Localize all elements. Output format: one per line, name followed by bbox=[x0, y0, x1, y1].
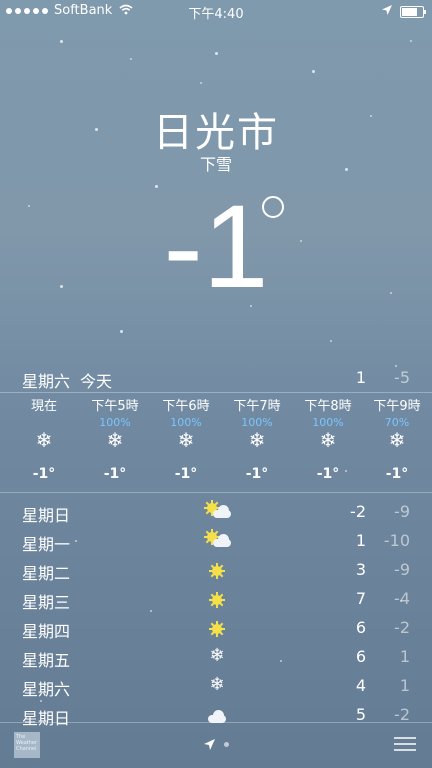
status-time: 下午4:40 bbox=[188, 7, 244, 22]
partly-cloudy-icon bbox=[204, 529, 231, 554]
daily-low: -9 bbox=[394, 502, 410, 521]
daily-day: 星期三 bbox=[22, 593, 71, 612]
daily-row: 星期四 6 -2 bbox=[0, 616, 432, 645]
daily-day: 星期六 bbox=[22, 680, 71, 699]
daily-high: 6 bbox=[355, 647, 366, 666]
hour-temp: -1° bbox=[174, 466, 198, 482]
bottom-toolbar: The Weather Channel bbox=[0, 722, 432, 768]
hour-time: 下午6時 bbox=[162, 399, 210, 414]
today-summary: 星期六 今天 1 -5 bbox=[0, 368, 432, 391]
daily-low: 1 bbox=[399, 647, 410, 666]
daily-high: -2 bbox=[350, 502, 366, 521]
current-location-icon[interactable] bbox=[204, 739, 215, 753]
hour-temp: -1° bbox=[245, 466, 269, 482]
weather-condition: 下雪 bbox=[199, 155, 232, 174]
temperature-value: -1 bbox=[163, 181, 269, 313]
snowflake-icon: ❄ bbox=[35, 428, 53, 452]
today-day: 星期六 bbox=[22, 372, 71, 391]
hour-time: 下午8時 bbox=[304, 399, 352, 414]
divider bbox=[0, 492, 432, 493]
daily-row: 星期六 ❄ 4 1 bbox=[0, 674, 432, 703]
snowflake-icon: ❄ bbox=[209, 674, 225, 695]
daily-high: 1 bbox=[355, 531, 366, 550]
list-icon[interactable] bbox=[394, 736, 416, 752]
daily-high: 6 bbox=[355, 618, 366, 637]
snowflake-icon: ❄ bbox=[388, 428, 406, 452]
daily-day: 星期五 bbox=[22, 651, 71, 670]
daily-day: 星期日 bbox=[22, 506, 71, 525]
daily-low: -4 bbox=[394, 589, 410, 608]
daily-day: 星期四 bbox=[22, 622, 71, 641]
status-bar: SoftBank 下午4:40 bbox=[0, 0, 432, 22]
hour-item: 下午7時 100% ❄ -1° bbox=[222, 398, 292, 482]
daily-low: -9 bbox=[394, 560, 410, 579]
daily-row: 星期五 ❄ 6 1 bbox=[0, 645, 432, 674]
daily-low: 1 bbox=[399, 676, 410, 695]
divider bbox=[0, 392, 432, 393]
snowflake-icon: ❄ bbox=[209, 645, 225, 666]
daily-high: 7 bbox=[355, 589, 366, 608]
daily-row: 星期三 7 -4 bbox=[0, 587, 432, 616]
daily-forecast[interactable]: 星期日 -2 -9 星期一 1 -10 星期二 3 -9 星期三 7 -4 星期… bbox=[0, 500, 432, 732]
hour-time: 下午7時 bbox=[233, 399, 281, 414]
daily-low: -10 bbox=[383, 531, 410, 550]
daily-row: 星期二 3 -9 bbox=[0, 558, 432, 587]
hour-temp: -1° bbox=[103, 466, 127, 482]
hour-item: 下午8時 100% ❄ -1° bbox=[293, 398, 363, 482]
snowflake-icon: ❄ bbox=[248, 428, 266, 452]
weather-channel-logo[interactable]: The Weather Channel bbox=[14, 732, 40, 758]
snowflake-icon: ❄ bbox=[319, 428, 337, 452]
daily-high: 3 bbox=[355, 560, 366, 579]
snowflake-icon: ❄ bbox=[177, 428, 195, 452]
hour-item: 現在 ❄ -1° bbox=[9, 398, 79, 482]
battery-icon bbox=[400, 5, 426, 18]
hour-item: 下午5時 100% ❄ -1° bbox=[80, 398, 150, 482]
hourly-forecast[interactable]: 現在 ❄ -1° 下午5時 100% ❄ -1° 下午6時 100% ❄ -1°… bbox=[0, 398, 432, 490]
location-arrow-icon bbox=[382, 4, 392, 19]
page-indicator-dot[interactable] bbox=[224, 742, 229, 747]
hour-item: 下午6時 100% ❄ -1° bbox=[151, 398, 221, 482]
current-temperature: -1 bbox=[0, 188, 432, 306]
snowflake-icon: ❄ bbox=[106, 428, 124, 452]
today-low: -5 bbox=[394, 368, 410, 387]
city-name: 日光市 bbox=[153, 110, 279, 156]
hour-temp: -1° bbox=[316, 466, 340, 482]
hour-time: 下午9時 bbox=[373, 399, 421, 414]
daily-day: 星期二 bbox=[22, 564, 71, 583]
hour-item: 下午9時 70% ❄ -1° bbox=[362, 398, 432, 482]
today-label: 今天 bbox=[80, 372, 113, 391]
sun-icon bbox=[204, 558, 230, 584]
daily-day: 星期一 bbox=[22, 535, 71, 554]
sun-icon bbox=[204, 616, 230, 642]
daily-high: 4 bbox=[355, 676, 366, 695]
partly-cloudy-icon bbox=[204, 500, 231, 525]
status-right bbox=[382, 4, 426, 19]
daily-low: -2 bbox=[394, 618, 410, 637]
daily-row: 星期日 -2 -9 bbox=[0, 500, 432, 529]
today-high: 1 bbox=[355, 368, 366, 387]
daily-row: 星期一 1 -10 bbox=[0, 529, 432, 558]
degree-symbol bbox=[262, 196, 284, 218]
hour-temp: -1° bbox=[32, 466, 56, 482]
sun-icon bbox=[204, 587, 230, 613]
hour-time: 下午5時 bbox=[91, 399, 139, 414]
hour-temp: -1° bbox=[385, 466, 409, 482]
hour-time: 現在 bbox=[30, 399, 57, 414]
